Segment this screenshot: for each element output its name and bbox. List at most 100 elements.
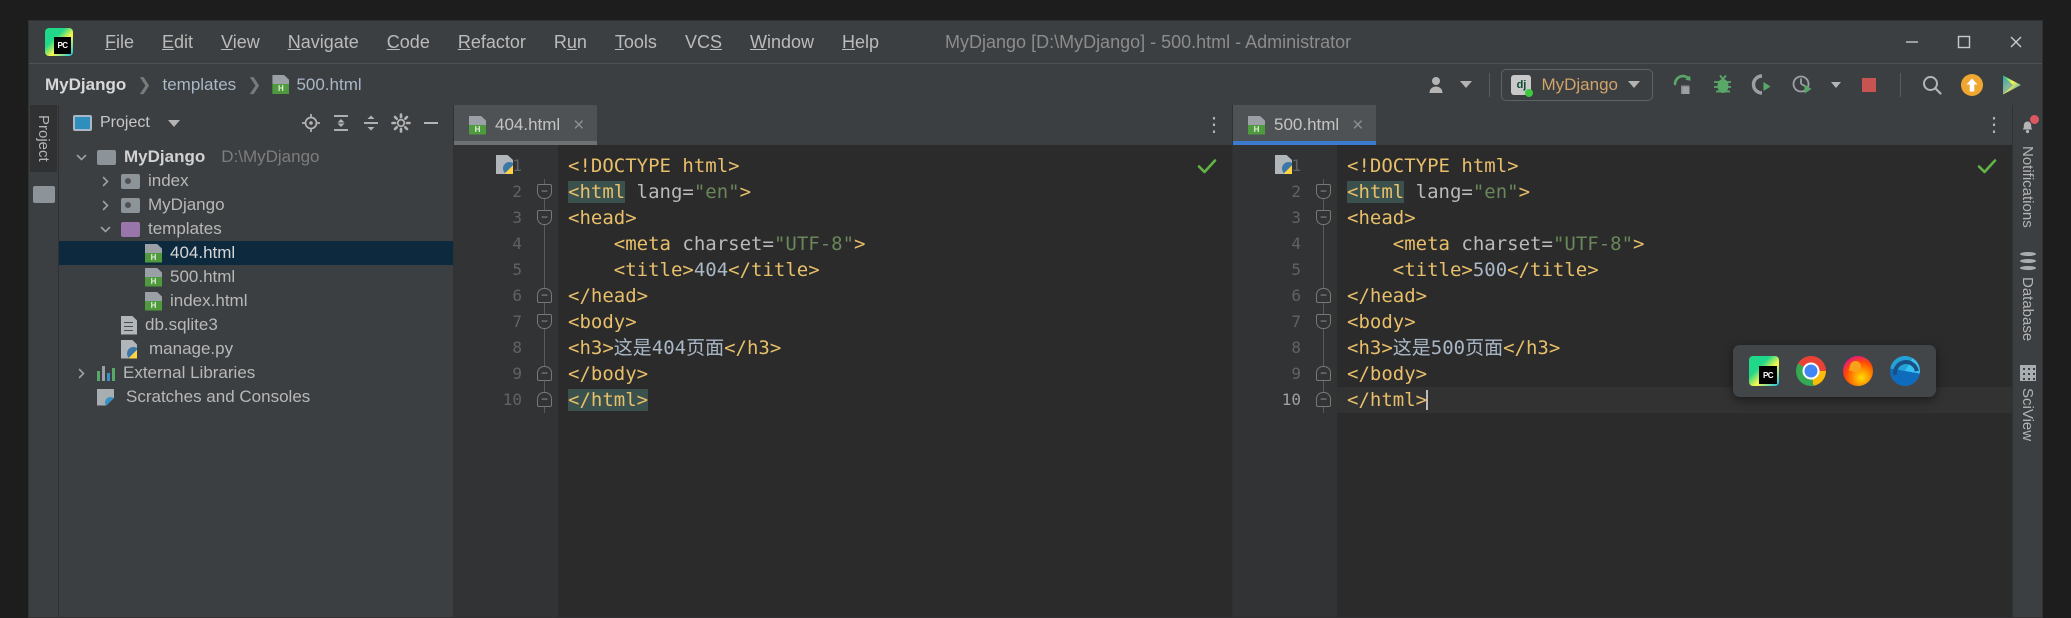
line-number: 2: [1291, 182, 1301, 201]
expand-all-icon[interactable]: [327, 110, 355, 136]
chevron-right-icon[interactable]: [97, 199, 113, 212]
coverage-icon[interactable]: [1743, 69, 1783, 101]
tree-node-mydjango-app[interactable]: MyDjango: [59, 193, 453, 217]
tree-node-index[interactable]: index: [59, 169, 453, 193]
sidebar-item-notifications[interactable]: Notifications: [2019, 105, 2039, 240]
project-panel-title: Project: [100, 114, 150, 131]
collapse-all-icon[interactable]: [357, 110, 385, 136]
user-account-icon[interactable]: [1424, 69, 1454, 101]
debug-icon[interactable]: [1703, 69, 1743, 101]
line-number-gutter-left: 1 2 3 4 5 6 7 8 9 10: [454, 145, 532, 617]
user-account-dropdown-icon[interactable]: [1454, 69, 1478, 101]
menu-refactor[interactable]: Refactor: [444, 28, 540, 57]
hide-icon[interactable]: [417, 110, 445, 136]
menu-help[interactable]: Help: [828, 28, 893, 57]
editor-options-icon[interactable]: ⋮: [1976, 105, 2012, 145]
sidebar-item-project[interactable]: Project: [30, 105, 57, 172]
search-everywhere-icon[interactable]: [1912, 69, 1952, 101]
close-icon[interactable]: ×: [1352, 116, 1363, 135]
run-icon[interactable]: [1663, 69, 1703, 101]
menu-navigate[interactable]: Navigate: [274, 28, 373, 57]
pycharm-preview-icon[interactable]: [1749, 356, 1779, 386]
chevron-right-icon[interactable]: [73, 367, 89, 380]
chrome-icon[interactable]: [1796, 356, 1826, 386]
menu-tools[interactable]: Tools: [601, 28, 671, 57]
close-icon[interactable]: ×: [573, 116, 584, 135]
menu-code[interactable]: Code: [373, 28, 444, 57]
profile-icon[interactable]: [1783, 69, 1823, 101]
window-title: MyDjango [D:\MyDjango] - 500.html - Admi…: [945, 31, 1352, 52]
minimize-icon[interactable]: [1886, 21, 1938, 63]
tree-node-templates[interactable]: templates: [59, 217, 453, 241]
chevron-down-icon[interactable]: [167, 119, 180, 127]
menu-edit[interactable]: Edit: [148, 28, 207, 57]
breadcrumb-item-file[interactable]: 500.html: [272, 75, 362, 95]
menu-run[interactable]: Run: [540, 28, 601, 57]
editor-split: 404.html × ⋮ 1 2 3 4 5 6 7: [454, 105, 2012, 617]
line-number: 6: [1291, 286, 1301, 305]
code-token: </h3>: [1503, 337, 1561, 359]
fold-marker-icon[interactable]: −: [1316, 288, 1331, 303]
tab-404-html[interactable]: 404.html ×: [454, 105, 598, 145]
menu-view[interactable]: View: [207, 28, 274, 57]
line-number: 6: [512, 286, 522, 305]
inspection-status-icon[interactable]: [1976, 155, 1998, 182]
tree-node-label: templates: [148, 219, 222, 238]
settings-icon[interactable]: [387, 110, 415, 136]
editor-area-left[interactable]: 1 2 3 4 5 6 7 8 9 10 − − − − − − <!DOCTY…: [454, 145, 1232, 617]
tree-node-index-html[interactable]: index.html: [59, 289, 453, 313]
maximize-icon[interactable]: [1938, 21, 1990, 63]
tree-node-500-html[interactable]: 500.html: [59, 265, 453, 289]
editor-area-right[interactable]: 1 2 3 4 5 6 7 8 9 10 − − − − − − <!DOCTY…: [1233, 145, 2012, 617]
structure-icon[interactable]: [32, 185, 55, 203]
fold-marker-icon[interactable]: −: [1316, 314, 1331, 329]
code-content-left[interactable]: <!DOCTYPE html> <html lang="en"> <head> …: [558, 145, 1232, 617]
tree-node-external-libraries[interactable]: External Libraries: [59, 361, 453, 385]
breadcrumb-item-project[interactable]: MyDjango: [45, 75, 126, 95]
text-caret: [1426, 390, 1429, 410]
tab-500-html[interactable]: 500.html ×: [1233, 105, 1377, 145]
fold-marker-icon[interactable]: −: [537, 366, 552, 381]
fold-marker-icon[interactable]: −: [1316, 392, 1331, 407]
locate-icon[interactable]: [297, 110, 325, 136]
firefox-icon[interactable]: [1843, 356, 1873, 386]
breadcrumb-item-templates[interactable]: templates: [162, 75, 236, 95]
profile-dropdown-icon[interactable]: [1823, 69, 1849, 101]
fold-marker-icon[interactable]: −: [537, 314, 552, 329]
tree-node-manage-py[interactable]: manage.py: [59, 337, 453, 361]
inspection-status-icon[interactable]: [1196, 155, 1218, 182]
stop-icon[interactable]: [1849, 69, 1889, 101]
chevron-down-icon[interactable]: [97, 223, 113, 236]
tree-node-label: 404.html: [170, 243, 236, 262]
fold-marker-icon[interactable]: −: [1316, 184, 1331, 199]
code-line: <body>: [1337, 309, 2012, 335]
menu-vcs[interactable]: VCS: [671, 28, 736, 57]
editor-options-icon[interactable]: ⋮: [1196, 105, 1232, 145]
code-token: </title>: [1507, 259, 1599, 281]
chevron-right-icon[interactable]: [97, 175, 113, 188]
tree-node-mydjango-root[interactable]: MyDjango D:\MyDjango: [59, 145, 453, 169]
datalore-icon[interactable]: [1992, 69, 2032, 101]
edge-icon[interactable]: [1890, 356, 1920, 386]
fold-marker-icon[interactable]: −: [537, 184, 552, 199]
tree-node-db-sqlite3[interactable]: db.sqlite3: [59, 313, 453, 337]
code-token: "UTF-8": [1552, 233, 1634, 255]
sidebar-item-database[interactable]: Database: [2019, 240, 2036, 353]
fold-marker-icon[interactable]: −: [537, 288, 552, 303]
django-icon: dj: [1511, 74, 1534, 97]
code-token: <!DOCTYPE html>: [1347, 155, 1519, 177]
fold-marker-icon[interactable]: −: [1316, 366, 1331, 381]
chevron-down-icon[interactable]: [73, 151, 89, 164]
code-token: >: [1518, 181, 1531, 203]
tree-node-404-html[interactable]: 404.html: [59, 241, 453, 265]
menu-window[interactable]: Window: [736, 28, 828, 57]
fold-marker-icon[interactable]: −: [537, 210, 552, 225]
tree-node-scratches-and-consoles[interactable]: Scratches and Consoles: [59, 385, 453, 409]
close-icon[interactable]: [1990, 21, 2042, 63]
menu-file[interactable]: FFileile: [91, 28, 148, 57]
fold-marker-icon[interactable]: −: [537, 392, 552, 407]
fold-marker-icon[interactable]: −: [1316, 210, 1331, 225]
run-configuration-selector[interactable]: dj MyDjango: [1501, 68, 1653, 101]
update-project-icon[interactable]: [1952, 69, 1992, 101]
sidebar-item-sciview[interactable]: SciView: [2019, 353, 2036, 453]
